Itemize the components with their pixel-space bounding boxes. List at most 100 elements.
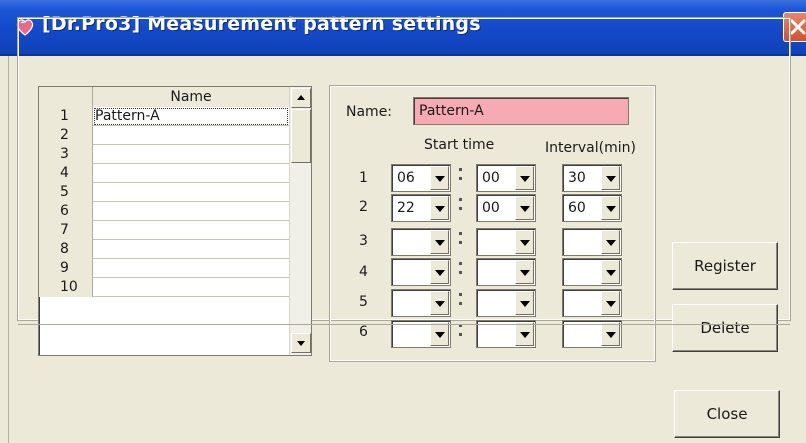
hour-select[interactable]: 22 <box>391 194 451 222</box>
interval-value: 60 <box>568 200 586 216</box>
schedule-row-number: 5 <box>359 294 368 310</box>
interval-select[interactable]: 60 <box>562 194 622 222</box>
minute-value: 00 <box>482 170 500 186</box>
row-number: 9 <box>39 259 93 278</box>
chevron-down-icon[interactable] <box>515 230 534 254</box>
schedule-row-number: 3 <box>359 233 368 249</box>
pattern-name-cell[interactable] <box>93 183 289 202</box>
row-number: 3 <box>39 145 93 164</box>
hour-select[interactable] <box>391 289 451 317</box>
chevron-down-icon[interactable] <box>430 230 449 254</box>
table-row[interactable]: 8 <box>39 240 289 259</box>
pattern-name-cell[interactable] <box>93 202 289 221</box>
table-row[interactable]: 3 <box>39 145 289 164</box>
interval-select[interactable] <box>562 228 622 256</box>
hour-select[interactable] <box>391 258 451 286</box>
scroll-thumb[interactable] <box>291 109 311 163</box>
close-button[interactable]: Close <box>674 390 780 438</box>
chevron-down-icon[interactable] <box>430 196 449 220</box>
scroll-down-button[interactable] <box>291 333 311 353</box>
close-label: Close <box>706 405 748 423</box>
time-colon <box>457 162 465 190</box>
minute-select[interactable] <box>476 258 536 286</box>
chevron-down-icon[interactable] <box>601 230 620 254</box>
chevron-down-icon[interactable] <box>515 322 534 346</box>
pattern-name-cell[interactable] <box>93 278 289 297</box>
row-number: 5 <box>39 183 93 202</box>
interval-select[interactable] <box>562 258 622 286</box>
table-row[interactable]: 4 <box>39 164 289 183</box>
table-row[interactable]: 9 <box>39 259 289 278</box>
hour-select[interactable]: 06 <box>391 164 451 192</box>
pattern-list-grid[interactable]: Name 1 Pattern-A 2 3 4 5 6 7 8 9 10 <box>38 86 312 356</box>
table-row[interactable]: 2 <box>39 126 289 145</box>
pattern-name-cell[interactable] <box>93 164 289 183</box>
dialog-window: [Dr.Pro3] Measurement pattern settings N… <box>0 0 806 443</box>
row-number: 6 <box>39 202 93 221</box>
pattern-name-cell[interactable] <box>93 145 289 164</box>
chevron-down-icon[interactable] <box>515 260 534 284</box>
grid-header: Name <box>39 87 289 107</box>
chevron-down-icon[interactable] <box>601 291 620 315</box>
chevron-down-icon[interactable] <box>601 166 620 190</box>
row-number: 10 <box>39 278 93 297</box>
arrow-up-icon <box>297 95 305 100</box>
row-number: 8 <box>39 240 93 259</box>
name-column-header[interactable]: Name <box>93 87 289 107</box>
row-number: 4 <box>39 164 93 183</box>
schedule-row-number: 2 <box>359 199 368 215</box>
chevron-down-icon[interactable] <box>601 260 620 284</box>
time-colon <box>457 226 465 254</box>
minute-select[interactable]: 00 <box>476 164 536 192</box>
schedule-row-number: 6 <box>359 324 368 340</box>
scroll-up-button[interactable] <box>291 88 311 108</box>
chevron-down-icon[interactable] <box>515 166 534 190</box>
arrow-down-icon <box>297 341 305 346</box>
register-button[interactable]: Register <box>672 242 778 290</box>
schedule-row-number: 4 <box>359 264 368 280</box>
name-label: Name: <box>346 104 393 120</box>
chevron-down-icon[interactable] <box>601 322 620 346</box>
schedule-row-number: 1 <box>359 170 368 186</box>
row-number: 2 <box>39 126 93 145</box>
table-row[interactable]: 10 <box>39 278 289 297</box>
chevron-down-icon[interactable] <box>430 291 449 315</box>
chevron-down-icon[interactable] <box>601 196 620 220</box>
hour-value: 22 <box>397 200 415 216</box>
chevron-down-icon[interactable] <box>515 196 534 220</box>
minute-select[interactable]: 00 <box>476 194 536 222</box>
minute-value: 00 <box>482 200 500 216</box>
chevron-down-icon[interactable] <box>430 322 449 346</box>
chevron-down-icon[interactable] <box>430 260 449 284</box>
register-label: Register <box>694 257 756 275</box>
pattern-name-cell[interactable] <box>93 221 289 240</box>
pattern-name-field[interactable]: Pattern-A <box>413 97 629 125</box>
interval-select[interactable]: 30 <box>562 164 622 192</box>
interval-select[interactable] <box>562 289 622 317</box>
row-number: 1 <box>39 107 93 126</box>
list-scrollbar[interactable] <box>289 87 311 355</box>
start-time-header: Start time <box>424 137 495 153</box>
chevron-down-icon[interactable] <box>430 166 449 190</box>
delete-label: Delete <box>700 319 750 337</box>
chevron-down-icon[interactable] <box>515 291 534 315</box>
minute-select[interactable] <box>476 228 536 256</box>
table-row[interactable]: 1 Pattern-A <box>39 107 289 126</box>
time-colon <box>457 256 465 284</box>
pattern-name-cell[interactable]: Pattern-A <box>93 107 289 126</box>
separator <box>18 324 790 325</box>
table-row[interactable]: 5 <box>39 183 289 202</box>
time-colon <box>457 192 465 220</box>
pattern-name-cell[interactable] <box>93 259 289 278</box>
interval-value: 30 <box>568 170 586 186</box>
table-row[interactable]: 6 <box>39 202 289 221</box>
hour-value: 06 <box>397 170 415 186</box>
delete-button[interactable]: Delete <box>672 304 778 352</box>
minute-select[interactable] <box>476 289 536 317</box>
table-row[interactable]: 7 <box>39 221 289 240</box>
pattern-name-cell[interactable] <box>93 240 289 259</box>
pattern-name-cell[interactable] <box>93 126 289 145</box>
grid-header-corner <box>39 87 93 107</box>
hour-select[interactable] <box>391 228 451 256</box>
time-colon <box>457 287 465 315</box>
